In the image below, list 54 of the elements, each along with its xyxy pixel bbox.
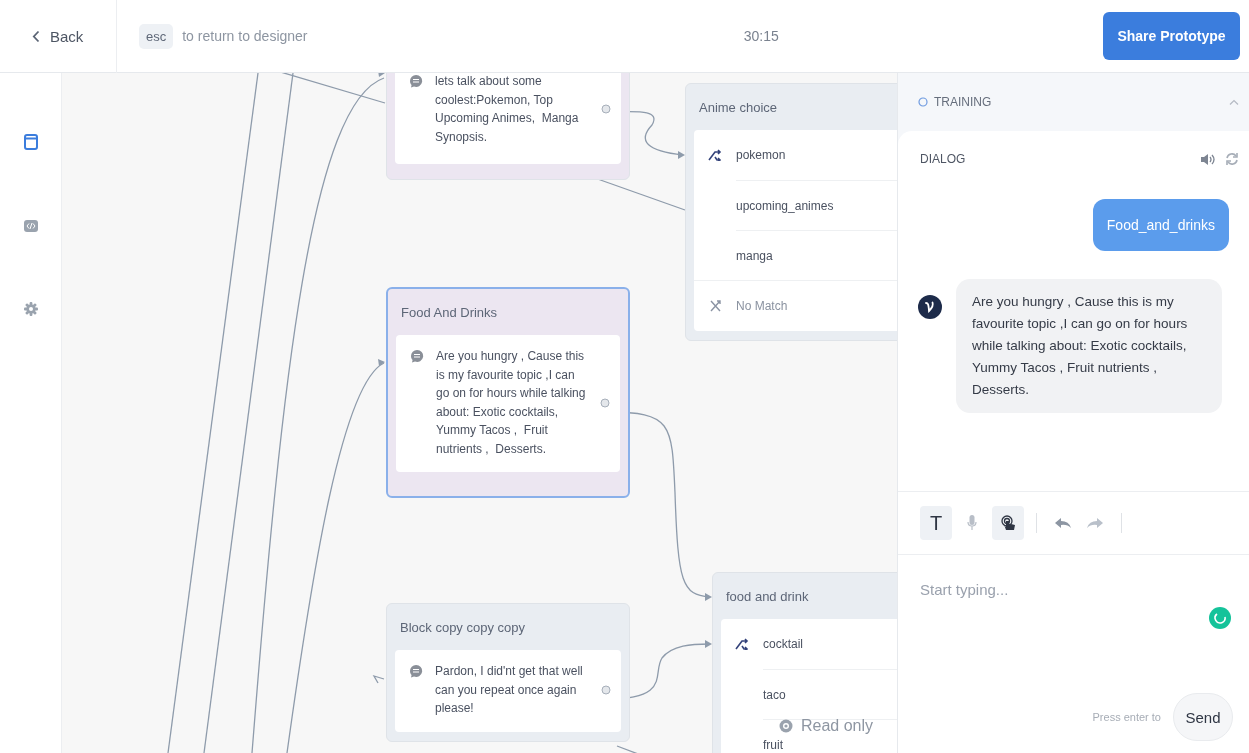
speaker-icon[interactable] — [1200, 152, 1215, 166]
section-title: TRAINING — [934, 95, 992, 109]
flow-block[interactable]: Block copy copy copy Pardon, I did'nt get that well can you repeat once again please! — [386, 603, 630, 742]
redo-icon[interactable] — [1087, 518, 1103, 528]
timer: 30:15 — [743, 28, 779, 44]
dialog-title: DIALOG — [920, 152, 967, 166]
read-only-label: Read only — [801, 717, 874, 735]
message-icon — [410, 349, 424, 363]
grammar-check-icon — [1209, 607, 1231, 629]
port-icon[interactable] — [601, 104, 611, 114]
branch-icon — [708, 149, 724, 161]
block-title: Block copy copy copy — [399, 618, 526, 637]
hint-text: to return to designer — [182, 28, 308, 44]
message-icon — [409, 74, 423, 88]
chevron-left-icon — [32, 29, 40, 43]
port-icon[interactable] — [600, 397, 610, 408]
flow-block[interactable]: Anime choice pokemon upcoming_animes manga No Match — [685, 83, 897, 341]
message-text: Are you hungry , Cause this is my favourite topic ,I can go on for hours while talking about: Exotic cocktails, Yummy Tacos , Fruit nutrients , Desserts. — [436, 348, 587, 458]
status-dot-icon — [918, 97, 928, 107]
text-mode-button[interactable]: T — [920, 506, 952, 540]
microphone-icon — [967, 515, 977, 531]
code-icon[interactable] — [23, 220, 38, 232]
section-header[interactable]: TRAINING — [898, 73, 1249, 131]
undo-icon[interactable] — [1055, 518, 1071, 528]
no-match-label: No Match — [736, 298, 789, 315]
share-button[interactable]: Share Prototype — [1103, 12, 1240, 60]
chevron-up-icon[interactable] — [1229, 99, 1239, 105]
message-icon — [409, 664, 423, 678]
message-input[interactable]: Start typing... — [920, 577, 1233, 601]
refresh-icon[interactable] — [1225, 152, 1239, 166]
send-button[interactable]: Send — [1173, 693, 1233, 741]
flow-block[interactable]: lets talk about some coolest:Pokemon, Top Upcoming Animes, Manga Synopsis. — [386, 73, 630, 180]
bot-avatar-icon — [918, 295, 942, 319]
key-badge: esc — [139, 23, 174, 49]
choice-label: pokemon — [736, 147, 787, 164]
bot-message: Are you hungry , Cause this is my favourite topic ,I can go on for hours while talking about: Exotic cocktails, Yummy Tacos , Fruit nutrients , Desserts. — [956, 279, 1222, 413]
tap-icon — [1000, 515, 1016, 531]
flow-block[interactable]: Food And Drinks Are you hungry , Cause this is my favourite topic ,I can go on for hours while talking about: Exotic cocktails, Yummy Tacos , Fruit nutrients , Desserts. — [386, 287, 630, 498]
message-text: Pardon, I did'nt get that well can you repeat once again please! — [435, 663, 584, 717]
settings-icon[interactable] — [23, 302, 38, 316]
branch-icon — [735, 638, 751, 650]
window-icon[interactable] — [23, 134, 38, 150]
back-button[interactable]: Back — [0, 0, 117, 73]
touch-mode-button[interactable] — [992, 506, 1024, 540]
send-hint: Press enter to — [1092, 711, 1161, 723]
port-icon[interactable] — [601, 684, 611, 695]
block-title: food and drink — [725, 587, 810, 606]
block-title: Food And Drinks — [400, 303, 499, 322]
message-text: lets talk about some coolest:Pokemon, Top Upcoming Animes, Manga Synopsis. — [435, 73, 580, 146]
choice-label: cocktail — [763, 636, 804, 653]
eye-icon — [779, 719, 793, 733]
user-message: Food_and_drinks — [1092, 199, 1229, 251]
block-title: Anime choice — [698, 98, 779, 117]
no-match-icon — [708, 300, 724, 312]
